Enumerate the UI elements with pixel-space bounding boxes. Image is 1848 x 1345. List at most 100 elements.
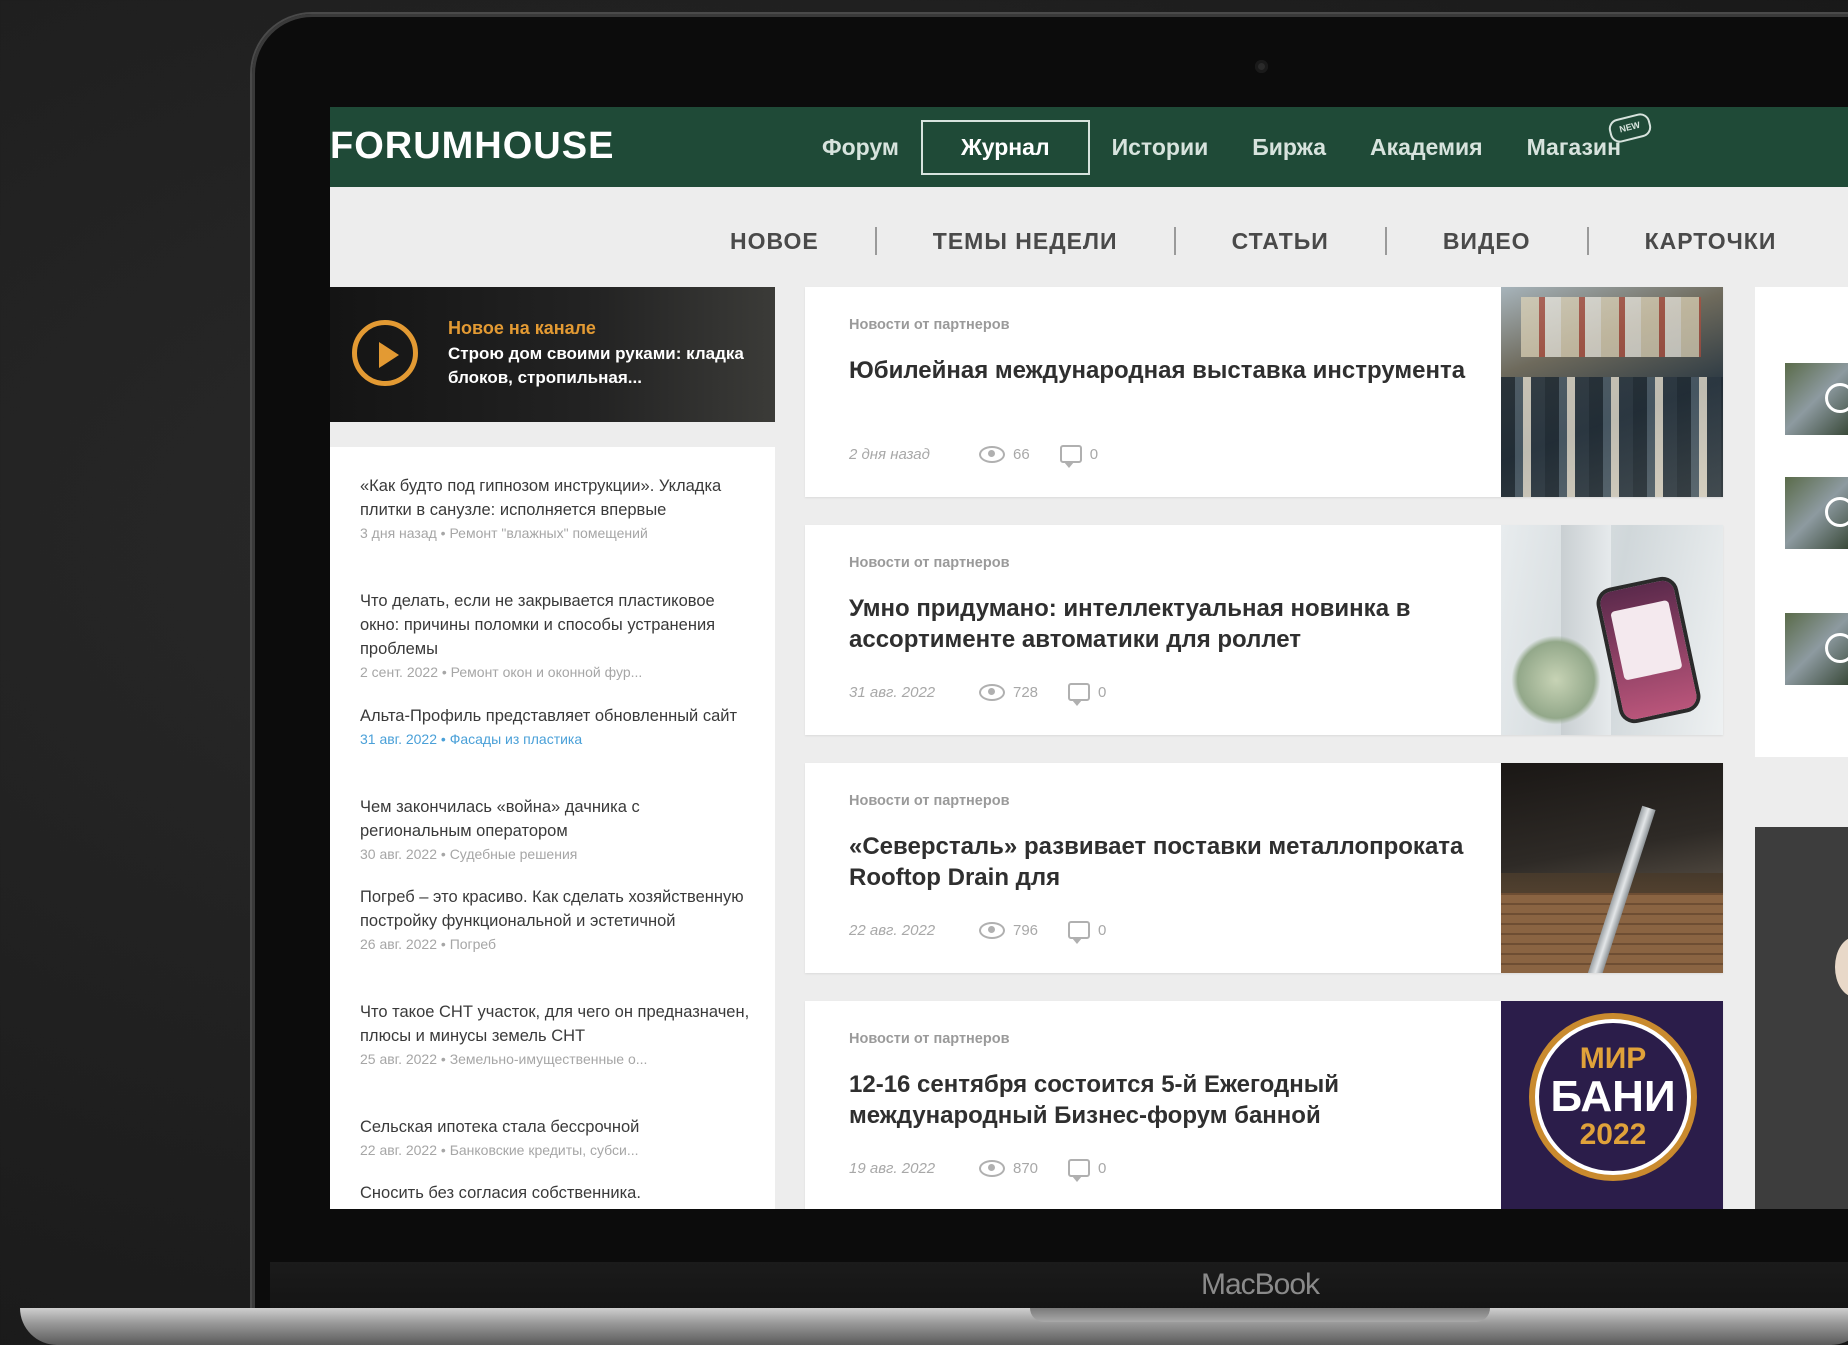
laptop-chin — [270, 1262, 1848, 1312]
card-comments: 0 — [1089, 445, 1099, 463]
comment-icon — [1068, 683, 1091, 706]
subnav-cards[interactable]: КАРТОЧКИ — [1645, 228, 1777, 255]
card-title: Умно придумано: интеллектуальная новинка… — [849, 595, 1411, 653]
divider — [1173, 227, 1176, 255]
comment-icon — [1068, 921, 1091, 944]
card-views: 728 — [1013, 683, 1039, 701]
nav-forum[interactable]: Форум — [800, 120, 921, 175]
news-meta: 26 авг. 2022 • Погреб — [360, 936, 497, 952]
card-date: 19 авг. 2022 — [849, 1159, 936, 1177]
event-logo: МИР БАНИ 2022 — [1539, 1023, 1687, 1171]
card-tag: Новости от партнеров — [849, 317, 1010, 333]
site-header: FORUMHOUSE Форум Журнал Истории Биржа Ак… — [330, 107, 1848, 187]
video-sidebar — [1755, 287, 1848, 757]
eye-icon — [979, 445, 1005, 463]
eye-icon — [979, 683, 1005, 701]
news-title: «Как будто под гипнозом инструкции». Укл… — [360, 477, 722, 519]
card-meta: 19 авг. 2022 870 0 — [849, 1159, 1107, 1182]
nav-shop-label: Магазин — [1526, 134, 1621, 160]
card-tag: Новости от партнеров — [849, 1031, 1010, 1047]
article-card[interactable]: Новости от партнеров Юбилейная междунаро… — [805, 287, 1723, 497]
laptop-notch — [1030, 1308, 1490, 1322]
nav-academy[interactable]: Академия — [1348, 120, 1505, 175]
card-comments: 0 — [1098, 683, 1107, 701]
news-title: Что делать, если не закрывается пластико… — [360, 592, 716, 658]
news-title: Альта-Профиль представляет обновленный с… — [360, 707, 738, 725]
card-image[interactable] — [1501, 525, 1723, 735]
list-item[interactable]: Сельская ипотека стала бессрочной 22 авг… — [360, 1115, 750, 1161]
news-meta: 25 авг. 2022 • Земельно-имущественные о.… — [360, 1051, 648, 1067]
comment-icon — [1068, 1159, 1091, 1182]
article-card[interactable]: Новости от партнеров 12-16 сентября сост… — [805, 1001, 1723, 1209]
browser-screen: FORUMHOUSE Форум Журнал Истории Биржа Ак… — [330, 107, 1848, 1209]
subnav-video[interactable]: ВИДЕО — [1443, 228, 1531, 255]
site-logo[interactable]: FORUMHOUSE — [330, 125, 614, 168]
promo-text: Строю дом своими руками: кладка блоков, … — [448, 344, 744, 387]
play-icon — [1825, 633, 1848, 663]
new-badge: NEW — [1606, 111, 1654, 145]
news-title: Сносить без согласия собственника. — [360, 1184, 641, 1202]
card-date: 22 авг. 2022 — [849, 921, 936, 939]
news-meta: 30 авг. 2022 • Судебные решения — [360, 846, 578, 862]
list-item[interactable]: «Как будто под гипнозом инструкции». Укл… — [360, 474, 750, 544]
section-subnav: НОВОЕ ТЕМЫ НЕДЕЛИ СТАТЬИ ВИДЕО КАРТОЧКИ — [330, 187, 1848, 287]
list-item[interactable]: Чем закончилась «война» дачника с регион… — [360, 795, 750, 865]
card-image[interactable] — [1501, 287, 1723, 497]
subnav-articles[interactable]: СТАТЬИ — [1232, 228, 1329, 255]
badge-line: 2022 — [1579, 1118, 1647, 1151]
card-meta: 2 дня назад 66 0 — [849, 445, 1099, 468]
list-item[interactable]: Погреб – это красиво. Как сделать хозяйс… — [360, 885, 750, 955]
card-views: 796 — [1013, 921, 1039, 939]
divider — [874, 227, 877, 255]
news-meta: 3 дня назад • Ремонт "влажных" помещений — [360, 525, 648, 541]
news-meta: 31 авг. 2022 • Фасады из пластика — [360, 731, 583, 747]
news-meta: 22 авг. 2022 • Банковские кредиты, субси… — [360, 1142, 639, 1158]
subnav-topics[interactable]: ТЕМЫ НЕДЕЛИ — [933, 228, 1118, 255]
video-thumbnail[interactable] — [1785, 363, 1848, 435]
news-title: Что такое СНТ участок, для чего он предн… — [360, 1003, 750, 1045]
main-nav: Форум Журнал Истории Биржа Академия Мага… — [800, 111, 1654, 175]
card-date: 31 авг. 2022 — [849, 683, 936, 701]
card-comments: 0 — [1098, 921, 1107, 939]
camera-icon — [1255, 60, 1268, 73]
list-item[interactable]: Сносить без согласия собственника. — [360, 1181, 750, 1205]
eye-icon — [979, 1159, 1005, 1177]
card-views: 66 — [1013, 445, 1030, 463]
nav-journal[interactable]: Журнал — [920, 120, 1090, 175]
nav-exchange[interactable]: Биржа — [1230, 120, 1348, 175]
video-thumbnail[interactable] — [1785, 613, 1848, 685]
card-image[interactable]: МИР БАНИ 2022 — [1501, 1001, 1723, 1209]
card-comments: 0 — [1098, 1159, 1107, 1177]
news-title: Сельская ипотека стала бессрочной — [360, 1118, 640, 1136]
video-thumbnail[interactable] — [1785, 477, 1848, 549]
nav-stories[interactable]: Истории — [1090, 120, 1231, 175]
nav-shop[interactable]: Магазин NEW — [1505, 111, 1654, 175]
divider — [1586, 227, 1589, 255]
list-item[interactable]: Что делать, если не закрывается пластико… — [360, 589, 750, 683]
promo-title: Новое на канале — [448, 318, 596, 338]
article-card[interactable]: Новости от партнеров «Северсталь» развив… — [805, 763, 1723, 973]
laptop-base — [20, 1308, 1848, 1345]
channel-promo[interactable]: Новое на канале Строю дом своими руками:… — [330, 287, 775, 422]
play-icon — [352, 320, 418, 386]
card-meta: 31 авг. 2022 728 0 — [849, 683, 1107, 706]
card-title: 12-16 сентября состоится 5-й Ежегодный м… — [849, 1071, 1340, 1129]
list-item[interactable]: Что такое СНТ участок, для чего он предн… — [360, 1000, 750, 1070]
subnav-new[interactable]: НОВОЕ — [730, 228, 819, 255]
badge-line: МИР — [1579, 1042, 1647, 1075]
eye-icon — [979, 921, 1005, 939]
card-title: «Северсталь» развивает поставки металлоп… — [849, 833, 1464, 891]
list-item[interactable]: Альта-Профиль представляет обновленный с… — [360, 704, 750, 750]
promo-banner[interactable] — [1755, 827, 1848, 1209]
news-meta: 2 сент. 2022 • Ремонт окон и оконной фур… — [360, 664, 643, 680]
card-image[interactable] — [1501, 763, 1723, 973]
news-list: «Как будто под гипнозом инструкции». Укл… — [330, 447, 775, 1209]
card-views: 870 — [1013, 1159, 1039, 1177]
card-meta: 22 авг. 2022 796 0 — [849, 921, 1107, 944]
comment-icon — [1059, 445, 1082, 468]
article-card[interactable]: Новости от партнеров Умно придумано: инт… — [805, 525, 1723, 735]
card-title: Юбилейная международная выставка инструм… — [849, 357, 1466, 384]
card-tag: Новости от партнеров — [849, 793, 1010, 809]
card-date: 2 дня назад — [849, 445, 930, 463]
card-tag: Новости от партнеров — [849, 555, 1010, 571]
